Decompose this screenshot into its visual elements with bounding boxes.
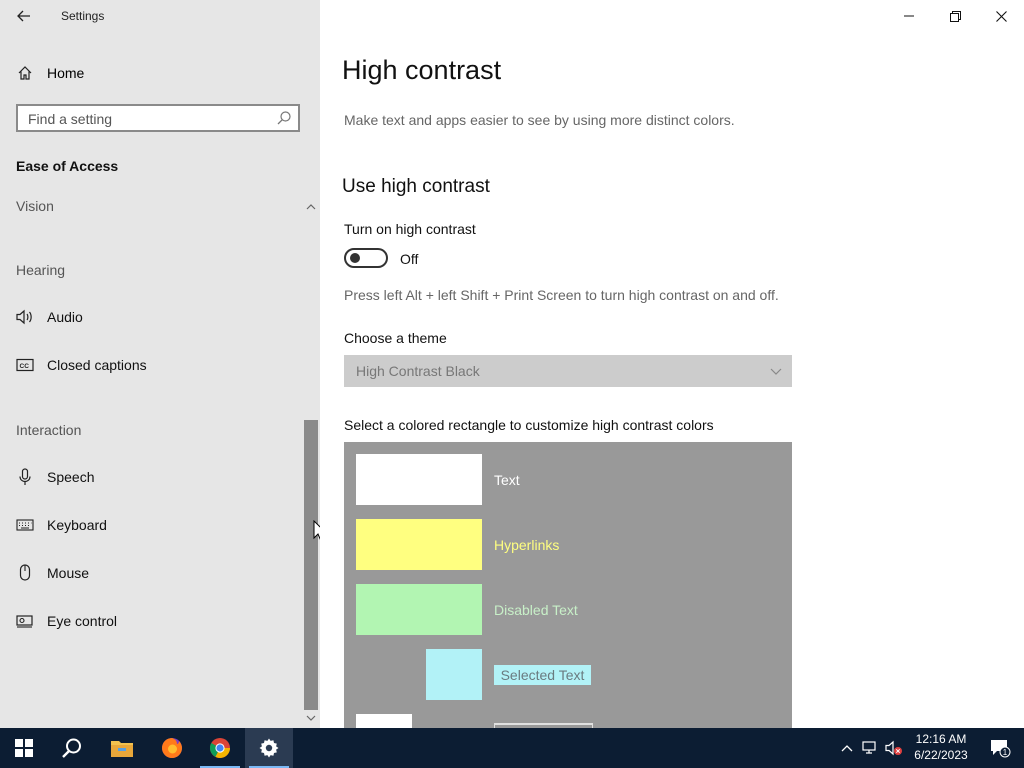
search-input[interactable] — [28, 110, 268, 128]
search-icon[interactable] — [276, 110, 292, 126]
swatch-hyperlinks[interactable] — [356, 519, 482, 570]
windows-start-icon — [15, 739, 33, 757]
color-palette: Text Hyperlinks Disabled Text Selected T… — [344, 442, 792, 728]
back-button[interactable] — [12, 6, 36, 26]
taskbar-firefox[interactable] — [148, 728, 196, 768]
closed-captions-icon: CC — [16, 356, 34, 374]
toggle-knob — [350, 253, 360, 263]
taskbar-search-button[interactable] — [48, 728, 96, 768]
network-icon — [862, 741, 876, 754]
nav-home-label: Home — [47, 65, 85, 81]
sidebar-item-speech[interactable]: Speech — [16, 466, 94, 488]
clock[interactable]: 12:16 AM 6/22/2023 — [906, 731, 976, 763]
speaker-icon — [16, 308, 34, 326]
taskbar-file-explorer[interactable] — [98, 728, 146, 768]
app-title: Settings — [61, 9, 105, 23]
back-arrow-icon — [17, 10, 30, 22]
group-interaction: Interaction — [16, 422, 82, 438]
sidebar-item-label: Eye control — [47, 613, 118, 629]
swatch-disabled-text-label: Disabled Text — [494, 602, 578, 618]
home-icon — [16, 65, 34, 81]
taskbar-chrome[interactable] — [196, 728, 244, 768]
clock-date: 6/22/2023 — [914, 748, 968, 762]
colors-label: Select a colored rectangle to customize … — [344, 417, 714, 433]
swatch-hyperlinks-label: Hyperlinks — [494, 537, 560, 553]
selected-text-preview: Selected Text — [494, 665, 591, 685]
mouse-icon — [16, 564, 34, 582]
taskbar-settings[interactable] — [245, 728, 293, 768]
swatch-selected-text[interactable] — [426, 649, 482, 700]
start-button[interactable] — [0, 728, 48, 768]
firefox-icon — [162, 738, 182, 758]
toggle-state-text: Off — [400, 251, 419, 267]
scroll-down-arrow-icon[interactable] — [306, 713, 316, 723]
show-hidden-icons-button[interactable] — [836, 744, 858, 752]
network-button[interactable] — [858, 741, 882, 755]
sidebar: Settings Home Ease of Access Vision Hear… — [0, 0, 320, 728]
volume-button[interactable] — [882, 740, 906, 756]
keyboard-icon — [16, 516, 34, 534]
theme-dropdown[interactable]: High Contrast Black — [344, 355, 792, 387]
swatch-text-label: Text — [494, 472, 520, 488]
chevron-down-icon — [770, 368, 782, 375]
use-high-contrast-heading: Use high contrast — [342, 176, 490, 197]
swatch-disabled-text[interactable] — [356, 584, 482, 635]
section-title: Ease of Access — [16, 158, 119, 174]
system-tray — [836, 728, 906, 768]
eye-control-icon — [16, 612, 34, 630]
theme-dropdown-value: High Contrast Black — [356, 363, 480, 379]
group-hearing: Hearing — [16, 262, 66, 278]
sidebar-item-label: Speech — [47, 469, 95, 485]
search-icon — [62, 738, 81, 758]
clock-time: 12:16 AM — [915, 732, 967, 746]
chrome-icon — [209, 738, 230, 758]
microphone-icon — [16, 468, 34, 486]
theme-label: Choose a theme — [344, 330, 447, 346]
sidebar-item-label: Audio — [47, 309, 83, 325]
shortcut-hint: Press left Alt + left Shift + Print Scre… — [344, 287, 779, 303]
sidebar-scrollbar-thumb[interactable] — [304, 420, 318, 710]
page-title: High contrast — [342, 55, 502, 85]
main-content: High contrast Make text and apps easier … — [342, 0, 1002, 728]
chevron-up-icon — [841, 745, 853, 752]
high-contrast-toggle[interactable] — [344, 248, 388, 268]
svg-text:CC: CC — [20, 363, 30, 370]
page-description: Make text and apps easier to see by usin… — [344, 112, 735, 128]
sidebar-item-label: Keyboard — [47, 517, 107, 533]
settings-gear-icon — [259, 738, 279, 758]
notification-count: 1 — [1003, 748, 1008, 757]
swatch-button-text[interactable] — [356, 714, 412, 728]
swatch-text[interactable] — [356, 454, 482, 505]
sidebar-item-label: Mouse — [47, 565, 90, 581]
action-center-button[interactable]: 1 — [976, 728, 1024, 768]
titlebar-left: Settings — [0, 0, 320, 32]
sidebar-item-keyboard[interactable]: Keyboard — [16, 514, 107, 536]
mouse-cursor-icon — [313, 520, 320, 540]
sidebar-item-eye-control[interactable]: Eye control — [16, 610, 117, 632]
sidebar-item-audio[interactable]: Audio — [16, 306, 83, 328]
nav-home[interactable]: Home — [16, 62, 84, 84]
file-explorer-icon — [111, 741, 133, 757]
taskbar: 12:16 AM 6/22/2023 1 — [0, 728, 1024, 768]
chevron-up-icon[interactable] — [306, 202, 316, 212]
toggle-label: Turn on high contrast — [344, 221, 476, 237]
sidebar-item-closed-captions[interactable]: CC Closed captions — [16, 354, 147, 376]
sidebar-item-mouse[interactable]: Mouse — [16, 562, 89, 584]
volume-muted-icon — [885, 740, 902, 756]
group-vision[interactable]: Vision — [16, 198, 54, 214]
sidebar-item-label: Closed captions — [47, 357, 147, 373]
search-box[interactable] — [16, 104, 300, 132]
notification-icon: 1 — [991, 740, 1011, 758]
